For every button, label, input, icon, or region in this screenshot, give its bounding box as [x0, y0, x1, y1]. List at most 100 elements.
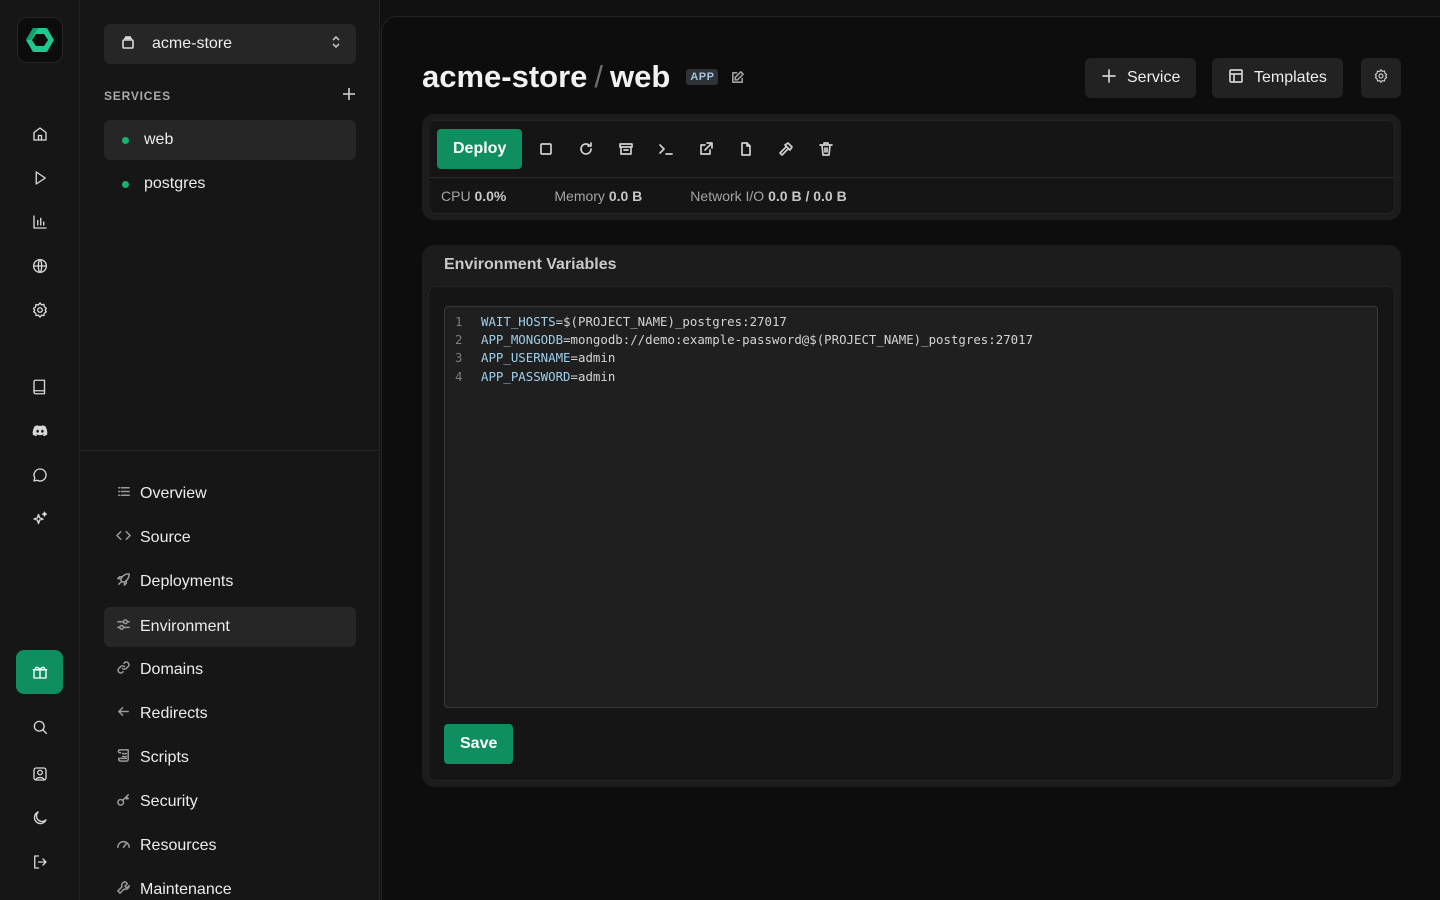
moon-icon[interactable] [24, 802, 56, 834]
network-label: Network I/O [690, 188, 765, 204]
gift-icon[interactable] [16, 650, 63, 694]
cpu-value: 0.0% [474, 188, 507, 204]
network-value: 0.0 B / 0.0 B [768, 188, 847, 204]
line-number: 2 [455, 331, 463, 347]
nav-label: Environment [140, 618, 230, 635]
title-separator: / [594, 59, 604, 94]
settings-button[interactable] [1361, 58, 1401, 98]
nav-item-maintenance[interactable]: Maintenance [104, 870, 356, 900]
app-badge: APP [686, 69, 719, 85]
user-icon[interactable] [24, 758, 56, 790]
hammer-icon[interactable] [770, 133, 802, 165]
home-icon[interactable] [24, 118, 56, 150]
chat-icon[interactable] [24, 459, 56, 491]
nav-label: Scripts [140, 749, 189, 766]
play-icon[interactable] [24, 162, 56, 194]
page-title: acme-store / web APP [422, 57, 745, 97]
env-panel: 1 WAIT_HOSTS =$(PROJECT_NAME)_postgres:270… [428, 286, 1395, 781]
nav-item-deployments[interactable]: Deployments [104, 562, 356, 602]
discord-icon[interactable] [24, 415, 56, 447]
nav-label: Deployments [140, 573, 234, 590]
deploy-button[interactable]: Deploy [437, 129, 523, 169]
add-service-button[interactable]: Service [1085, 58, 1197, 98]
env-key: APP_MONGODB [481, 331, 564, 347]
nav-item-scripts[interactable]: Scripts [104, 738, 356, 778]
nav-item-environment[interactable]: Environment [104, 607, 356, 647]
nav-item-security[interactable]: Security [104, 782, 356, 822]
cpu-stat: CPU 0.0% [441, 188, 506, 204]
cpu-label: CPU [441, 188, 471, 204]
service-name: web [144, 131, 174, 148]
file-icon[interactable] [730, 133, 762, 165]
service-item-web[interactable]: web [104, 120, 356, 160]
gauge-icon [116, 836, 131, 856]
terminal-icon[interactable] [650, 133, 682, 165]
scroll-icon [116, 748, 131, 768]
add-service-icon[interactable] [342, 87, 356, 106]
project-selector[interactable]: acme-store [104, 24, 356, 64]
bar-chart-icon[interactable] [24, 206, 56, 238]
nav-label: Overview [140, 485, 207, 502]
line-number: 4 [455, 368, 463, 384]
database-icon [120, 34, 136, 55]
settings-icon[interactable] [24, 294, 56, 326]
code-icon [116, 528, 131, 548]
logo-icon[interactable] [17, 17, 63, 63]
search-icon[interactable] [24, 711, 56, 743]
templates-button[interactable]: Templates [1212, 58, 1343, 98]
chevron-up-down-icon [330, 35, 342, 54]
nav-label: Domains [140, 661, 204, 678]
sidebar: acme-store SERVICES web postgres Overvie… [80, 0, 380, 900]
code-line: 4 APP_PASSWORD =admin [445, 367, 1377, 385]
env-editor[interactable]: 1 WAIT_HOSTS =$(PROJECT_NAME)_postgres:270… [444, 306, 1378, 708]
rocket-icon [116, 572, 131, 592]
nav-item-resources[interactable]: Resources [104, 826, 356, 866]
nav-item-overview[interactable]: Overview [104, 474, 356, 514]
trash-icon[interactable] [810, 133, 842, 165]
save-button[interactable]: Save [444, 724, 514, 764]
external-link-icon[interactable] [690, 133, 722, 165]
status-dot [122, 180, 129, 188]
sliders-icon [116, 617, 131, 637]
nav-item-domains[interactable]: Domains [104, 650, 356, 690]
wrench-icon [116, 880, 131, 900]
service-item-postgres[interactable]: postgres [104, 164, 356, 204]
env-value: =mongodb://demo:example-password@$(PROJE… [563, 331, 1034, 347]
status-dot [122, 136, 129, 144]
nav-label: Redirects [140, 705, 208, 722]
env-value: =admin [570, 368, 616, 384]
edit-icon[interactable] [730, 70, 745, 85]
template-icon [1228, 68, 1244, 89]
network-stat: Network I/O 0.0 B / 0.0 B [690, 188, 846, 204]
nav-label: Resources [140, 837, 217, 854]
memory-label: Memory [554, 188, 605, 204]
nav-item-redirects[interactable]: Redirects [104, 694, 356, 734]
archive-icon[interactable] [610, 133, 642, 165]
logout-icon[interactable] [24, 846, 56, 878]
stop-icon[interactable] [530, 133, 562, 165]
deploy-panel: Deploy CPU 0.0% Memory 0.0 B Network I/O… [428, 120, 1395, 214]
title-project[interactable]: acme-store [422, 59, 587, 95]
resource-stats: CPU 0.0% Memory 0.0 B Network I/O 0.0 B … [429, 177, 1394, 214]
book-icon[interactable] [24, 371, 56, 403]
title-service: web [610, 59, 671, 94]
deploy-toolbar: Deploy [437, 129, 842, 169]
sparkles-icon[interactable] [24, 503, 56, 535]
globe-icon[interactable] [24, 250, 56, 282]
code-line: 1 WAIT_HOSTS =$(PROJECT_NAME)_postgres:270… [445, 312, 1377, 330]
env-key: WAIT_HOSTS [481, 313, 556, 329]
deploy-card: Deploy CPU 0.0% Memory 0.0 B Network I/O… [422, 114, 1401, 220]
key-icon [116, 792, 131, 812]
env-title: Environment Variables [444, 256, 617, 273]
nav-label: Security [140, 793, 198, 810]
nav-item-source[interactable]: Source [104, 518, 356, 558]
service-name: postgres [144, 175, 206, 192]
list-icon [116, 484, 131, 504]
env-key: APP_PASSWORD [481, 368, 571, 384]
restart-icon[interactable] [570, 133, 602, 165]
code-line: 3 APP_USERNAME =admin [445, 349, 1377, 367]
templates-label: Templates [1254, 69, 1327, 86]
divider [80, 450, 380, 451]
plus-icon [1101, 68, 1117, 89]
env-card: Environment Variables 1 WAIT_HOSTS =$(PROJ… [422, 245, 1401, 787]
